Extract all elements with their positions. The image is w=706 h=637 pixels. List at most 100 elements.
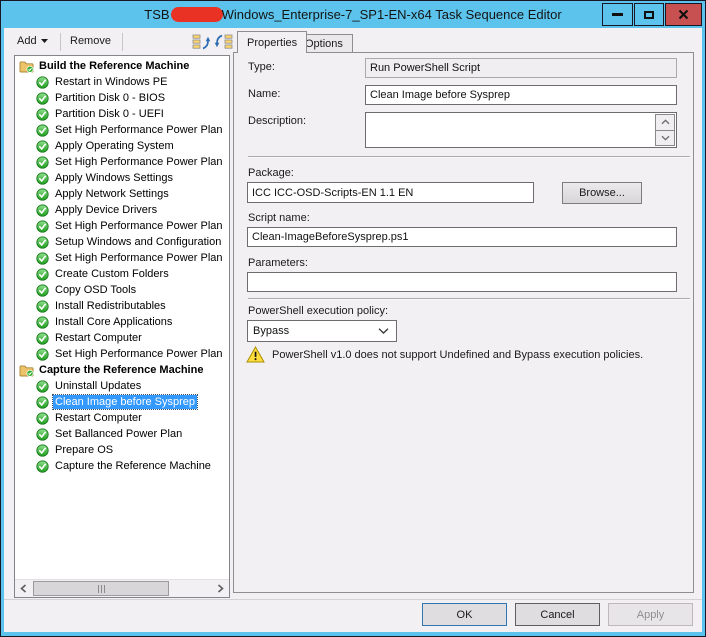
cancel-button-label: Cancel [540,608,575,621]
tree-item-label: Set High Performance Power Plan [55,124,223,136]
green-check-icon [35,395,50,409]
green-check-icon [35,219,50,233]
tree-item-row[interactable]: Set High Performance Power Plan [16,154,228,170]
tree-item-label: Capture the Reference Machine [55,460,211,472]
cancel-button[interactable]: Cancel [515,603,600,626]
task-sequence-tree: Build the Reference Machine Restart in Wi… [14,55,230,598]
green-check-icon [35,459,50,473]
tree-item-row[interactable]: Setup Windows and Configuration [16,234,228,250]
scrollbar-grip [97,584,99,593]
green-check-icon [35,187,50,201]
tree-item-label: Apply Windows Settings [55,172,173,184]
title-bar: TSB Windows_Enterprise-7_SP1-EN-x64 Task… [0,0,706,28]
tree-item-row[interactable]: Install Redistributables [16,298,228,314]
window-title-prefix: TSB [144,6,170,22]
tree-group-row[interactable]: Build the Reference Machine [16,58,228,74]
green-check-icon [35,107,50,121]
window-title-suffix: Windows_Enterprise-7_SP1-EN-x64 Task Seq… [221,6,562,22]
tree-item-label: Capture the Reference Machine [39,364,204,376]
green-check-icon [35,315,50,329]
tree-item-row[interactable]: Partition Disk 0 - BIOS [16,90,228,106]
tree-item-label: Set High Performance Power Plan [55,156,223,168]
add-button[interactable]: Add [17,35,48,47]
remove-button-label: Remove [70,35,111,47]
button-row-separator [4,599,702,600]
tree-item-row[interactable]: Apply Device Drivers [16,202,228,218]
tree-item-label: Apply Network Settings [55,188,169,200]
tab-properties[interactable]: Properties [237,31,308,53]
close-button[interactable] [665,3,702,26]
tree-item-row[interactable]: Apply Windows Settings [16,170,228,186]
green-check-icon [35,443,50,457]
tree-item-label: Prepare OS [55,444,114,456]
green-check-icon [35,251,50,265]
tree-item-label: Set High Performance Power Plan [55,348,223,360]
tree-item-label: Copy OSD Tools [55,284,137,296]
tree-item-row[interactable]: Restart Computer [16,410,228,426]
green-check-icon [35,347,50,361]
properties-panel [233,52,694,593]
tree-item-row[interactable]: Install Core Applications [16,314,228,330]
tree-item-row[interactable]: Set High Performance Power Plan [16,346,228,362]
tree-item-row[interactable]: Set Ballanced Power Plan [16,426,228,442]
tree-item-label: Partition Disk 0 - BIOS [55,92,166,104]
green-check-icon [35,411,50,425]
maximize-button[interactable] [634,3,664,26]
green-check-icon [35,331,50,345]
tree-item-label: Apply Operating System [55,140,174,152]
scroll-left-button[interactable] [15,580,32,597]
chevron-down-icon [40,39,48,43]
minimize-icon [612,13,623,16]
tree-item-label: Restart in Windows PE [55,76,168,88]
folder-check-icon [19,59,34,73]
window-title: TSB Windows_Enterprise-7_SP1-EN-x64 Task… [144,6,562,22]
apply-button-label: Apply [636,608,665,621]
green-check-icon [35,75,50,89]
tree-group-row[interactable]: Capture the Reference Machine [16,362,228,378]
minimize-button[interactable] [602,3,633,26]
apply-button[interactable]: Apply [608,603,693,626]
tree-item-row[interactable]: Set High Performance Power Plan [16,218,228,234]
tree-item-row[interactable]: Uninstall Updates [16,378,228,394]
ok-button[interactable]: OK [422,603,507,626]
toolbar-separator [122,33,123,51]
move-down-button[interactable] [213,32,233,51]
ok-button-label: OK [456,608,473,621]
tree-horizontal-scrollbar[interactable] [15,579,229,597]
tree-item-row[interactable]: Create Custom Folders [16,266,228,282]
tree-item-label: Build the Reference Machine [39,60,190,72]
tree-item-label: Install Core Applications [55,316,173,328]
toolbar-separator [60,33,61,51]
move-up-button[interactable] [191,32,211,51]
scroll-right-button[interactable] [212,580,229,597]
green-check-icon [35,299,50,313]
tree-item-row[interactable]: Partition Disk 0 - UEFI [16,106,228,122]
tree-item-row[interactable]: Set High Performance Power Plan [16,122,228,138]
remove-button[interactable]: Remove [70,35,111,47]
chevron-left-icon [20,584,27,593]
green-check-icon [35,155,50,169]
maximize-icon [644,10,654,19]
tree-item-row[interactable]: Clean Image before Sysprep [16,394,228,410]
tree-item-row[interactable]: Set High Performance Power Plan [16,250,228,266]
tree-item-row[interactable]: Copy OSD Tools [16,282,228,298]
tree-item-row[interactable]: Restart in Windows PE [16,74,228,90]
task-sequence-editor-window: TSB Windows_Enterprise-7_SP1-EN-x64 Task… [0,0,706,637]
dialog-client-area: Add Remove Build the Reference Machine R… [4,28,702,632]
tree-item-row[interactable]: Apply Operating System [16,138,228,154]
tree-rows: Build the Reference Machine Restart in Wi… [16,58,228,578]
tree-item-label: Partition Disk 0 - UEFI [55,108,164,120]
chevron-right-icon [217,584,224,593]
green-check-icon [35,139,50,153]
green-check-icon [35,267,50,281]
green-check-icon [35,203,50,217]
tree-item-label: Clean Image before Sysprep [51,394,199,410]
tree-item-row[interactable]: Capture the Reference Machine [16,458,228,474]
tree-item-row[interactable]: Prepare OS [16,442,228,458]
tree-item-label: Set High Performance Power Plan [55,252,223,264]
tree-item-label: Uninstall Updates [55,380,142,392]
tree-item-label: Restart Computer [55,412,142,424]
scrollbar-thumb[interactable] [33,581,169,596]
tree-item-row[interactable]: Restart Computer [16,330,228,346]
tree-item-row[interactable]: Apply Network Settings [16,186,228,202]
